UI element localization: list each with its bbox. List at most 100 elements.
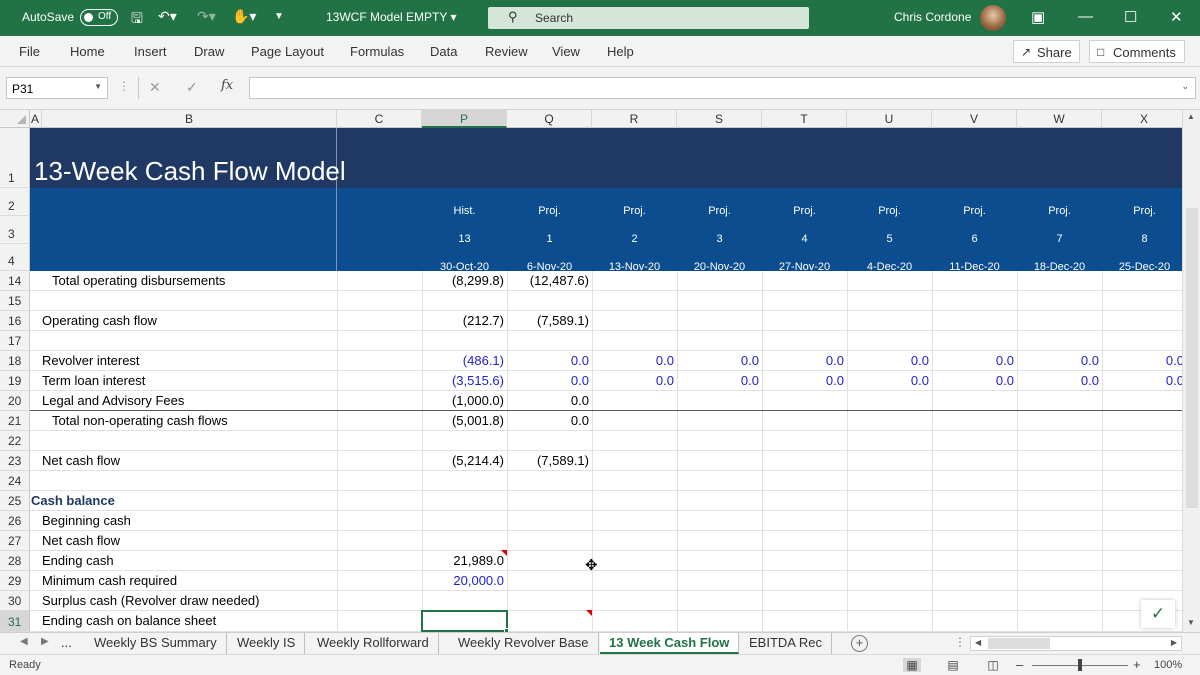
- row-label[interactable]: Cash balance: [31, 491, 115, 511]
- ribbon-display-icon[interactable]: ▣: [1031, 8, 1045, 26]
- column-header-v[interactable]: V: [932, 110, 1017, 128]
- tab-draw[interactable]: Draw: [194, 44, 224, 59]
- column-header-q[interactable]: Q: [507, 110, 592, 128]
- enter-icon[interactable]: ✓: [186, 79, 198, 96]
- row-header[interactable]: 2: [0, 188, 30, 216]
- row-label[interactable]: Operating cash flow: [42, 311, 157, 331]
- cancel-icon[interactable]: ✕: [149, 79, 161, 96]
- cell-value[interactable]: 0.0: [677, 351, 759, 371]
- row-label[interactable]: Surplus cash (Revolver draw needed): [42, 591, 260, 611]
- row-header[interactable]: 27: [0, 531, 30, 551]
- column-header-p[interactable]: P: [422, 110, 507, 128]
- cell-value[interactable]: (212.7): [422, 311, 504, 331]
- zoom-out-button[interactable]: –: [1016, 657, 1023, 672]
- tab-home[interactable]: Home: [70, 44, 105, 59]
- row-header[interactable]: 4: [0, 244, 30, 271]
- minimize-icon[interactable]: —: [1078, 8, 1093, 25]
- row-header[interactable]: 29: [0, 571, 30, 591]
- row-header[interactable]: 31: [0, 611, 30, 632]
- cell-value[interactable]: 0.0: [1017, 351, 1099, 371]
- insert-function-icon[interactable]: fx: [221, 78, 233, 93]
- row-header[interactable]: 1: [0, 128, 30, 188]
- sheet-tab[interactable]: 13 Week Cash Flow: [600, 633, 740, 654]
- cell-value[interactable]: 0.0: [762, 351, 844, 371]
- scroll-left-icon[interactable]: ◀: [975, 638, 981, 647]
- sheet-tab[interactable]: Weekly Revolver Base: [449, 633, 599, 654]
- scroll-right-icon[interactable]: ▶: [1171, 638, 1177, 647]
- cell-value[interactable]: (5,001.8): [422, 411, 504, 431]
- row-header[interactable]: 15: [0, 291, 30, 311]
- tab-view[interactable]: View: [552, 44, 580, 59]
- more-sheets-button[interactable]: ...: [57, 633, 76, 654]
- horizontal-scrollbar[interactable]: ◀ ▶: [970, 636, 1182, 651]
- sheet-tab[interactable]: Weekly Rollforward: [308, 633, 439, 654]
- column-header-s[interactable]: S: [677, 110, 762, 128]
- row-label[interactable]: Legal and Advisory Fees: [42, 391, 184, 411]
- cell-value[interactable]: 0.0: [592, 371, 674, 391]
- zoom-slider-knob[interactable]: [1078, 659, 1082, 671]
- column-header-w[interactable]: W: [1017, 110, 1102, 128]
- cell-value[interactable]: (8,299.8): [422, 271, 504, 291]
- row-header[interactable]: 21: [0, 411, 30, 431]
- scroll-up-icon[interactable]: ▲: [1187, 112, 1195, 121]
- redo-icon[interactable]: ↷▾: [197, 8, 216, 25]
- formula-input[interactable]: ⌄: [249, 77, 1196, 99]
- scroll-thumb[interactable]: [988, 638, 1050, 649]
- normal-view-icon[interactable]: ▦: [903, 658, 921, 672]
- vertical-scrollbar[interactable]: ▲ ▼: [1182, 110, 1200, 632]
- search-box[interactable]: ⚲ Search: [488, 7, 809, 29]
- next-sheet-icon[interactable]: ▶: [41, 636, 49, 647]
- row-header[interactable]: 25: [0, 491, 30, 511]
- column-header-t[interactable]: T: [762, 110, 847, 128]
- maximize-icon[interactable]: ☐: [1124, 8, 1137, 26]
- row-label[interactable]: Beginning cash: [42, 511, 131, 531]
- cell-value[interactable]: (7,589.1): [507, 451, 589, 471]
- column-header-c[interactable]: C: [337, 110, 422, 128]
- sheet-tab[interactable]: Weekly IS: [228, 633, 306, 654]
- tab-help[interactable]: Help: [607, 44, 634, 59]
- scroll-down-icon[interactable]: ▼: [1187, 618, 1195, 627]
- row-label[interactable]: Total operating disbursements: [52, 271, 225, 291]
- scroll-thumb[interactable]: [1186, 208, 1198, 508]
- row-header[interactable]: 16: [0, 311, 30, 331]
- document-title[interactable]: 13WCF Model EMPTY ▾: [326, 10, 457, 24]
- tab-review[interactable]: Review: [485, 44, 528, 59]
- row-header[interactable]: 23: [0, 451, 30, 471]
- more-icon[interactable]: ⋮: [118, 79, 130, 93]
- cell-value[interactable]: (7,589.1): [507, 311, 589, 331]
- column-header-u[interactable]: U: [847, 110, 932, 128]
- touch-mode-icon[interactable]: ✋▾: [232, 8, 256, 25]
- row-label[interactable]: Net cash flow: [42, 451, 120, 471]
- tab-file[interactable]: File: [19, 44, 40, 59]
- avatar[interactable]: [980, 5, 1006, 31]
- cell-value[interactable]: 0.0: [1017, 371, 1099, 391]
- user-name[interactable]: Chris Cordone: [894, 10, 971, 24]
- save-icon[interactable]: 🖫: [131, 8, 143, 32]
- row-header[interactable]: 19: [0, 371, 30, 391]
- cell-value[interactable]: 0.0: [507, 351, 589, 371]
- customize-toolbar-icon[interactable]: ▼: [274, 11, 284, 22]
- tab-page-layout[interactable]: Page Layout: [251, 44, 324, 59]
- row-header[interactable]: 18: [0, 351, 30, 371]
- cell-value[interactable]: 0.0: [847, 351, 929, 371]
- select-all-corner[interactable]: [0, 110, 30, 128]
- add-sheet-icon[interactable]: +: [851, 635, 868, 652]
- cell-value[interactable]: 0.0: [847, 371, 929, 391]
- row-label[interactable]: Total non-operating cash flows: [52, 411, 228, 431]
- undo-icon[interactable]: ↶▾: [158, 8, 177, 25]
- row-header[interactable]: 28: [0, 551, 30, 571]
- column-header-b[interactable]: B: [42, 110, 337, 128]
- row-header[interactable]: 26: [0, 511, 30, 531]
- zoom-in-button[interactable]: +: [1133, 657, 1141, 672]
- prev-sheet-icon[interactable]: ◀: [20, 636, 28, 647]
- expand-formula-icon[interactable]: ⌄: [1181, 81, 1189, 92]
- row-header[interactable]: 30: [0, 591, 30, 611]
- tab-formulas[interactable]: Formulas: [350, 44, 404, 59]
- autosave-toggle[interactable]: Off: [80, 9, 118, 26]
- row-header[interactable]: 14: [0, 271, 30, 291]
- cell-value[interactable]: 0.0: [507, 371, 589, 391]
- name-box[interactable]: P31 ▼: [6, 77, 108, 99]
- row-header[interactable]: 22: [0, 431, 30, 451]
- cell-value[interactable]: 0.0: [592, 351, 674, 371]
- cell-value[interactable]: (1,000.0): [422, 391, 504, 411]
